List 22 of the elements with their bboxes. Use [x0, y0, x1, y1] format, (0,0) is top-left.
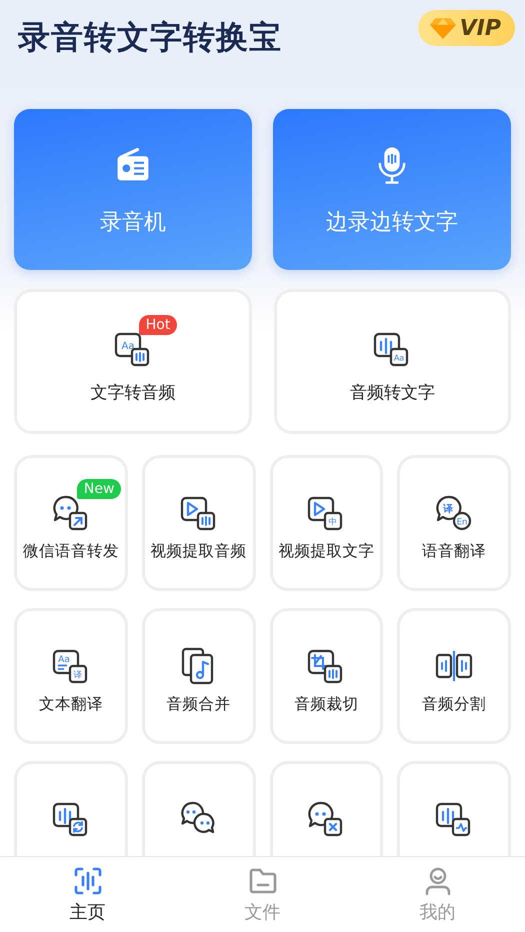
- tool-card[interactable]: 视频提取音频: [142, 455, 256, 591]
- tool-card[interactable]: 音频分割: [397, 608, 511, 744]
- tool-card[interactable]: Aa 译 文本翻译: [14, 608, 128, 744]
- tool-card[interactable]: 译 En 语音翻译: [397, 455, 511, 591]
- tool-card[interactable]: New 微信语音转发: [14, 455, 128, 591]
- vip-button[interactable]: VIP: [418, 10, 515, 46]
- feature-card[interactable]: Aa 音频转文字: [274, 289, 511, 434]
- app-title: 录音转文字转换宝: [18, 17, 282, 58]
- folder-icon: [248, 866, 278, 896]
- status-badge: New: [76, 478, 122, 498]
- tool-card[interactable]: [270, 761, 384, 856]
- diamond-icon: [430, 17, 456, 39]
- tool-card[interactable]: [142, 761, 256, 856]
- tool-card[interactable]: [14, 761, 128, 856]
- tool-card[interactable]: 中 视频提取文字: [270, 455, 384, 591]
- tab-item[interactable]: 主页: [0, 857, 175, 932]
- tool-card[interactable]: 音频裁切: [270, 608, 384, 744]
- tool-card[interactable]: [397, 761, 511, 856]
- status-badge: Hot: [138, 315, 178, 335]
- feature-card[interactable]: Aa Hot 文字转音频: [14, 289, 252, 434]
- voice-scan-icon: [72, 866, 102, 896]
- tool-card[interactable]: 音频合并: [142, 608, 256, 744]
